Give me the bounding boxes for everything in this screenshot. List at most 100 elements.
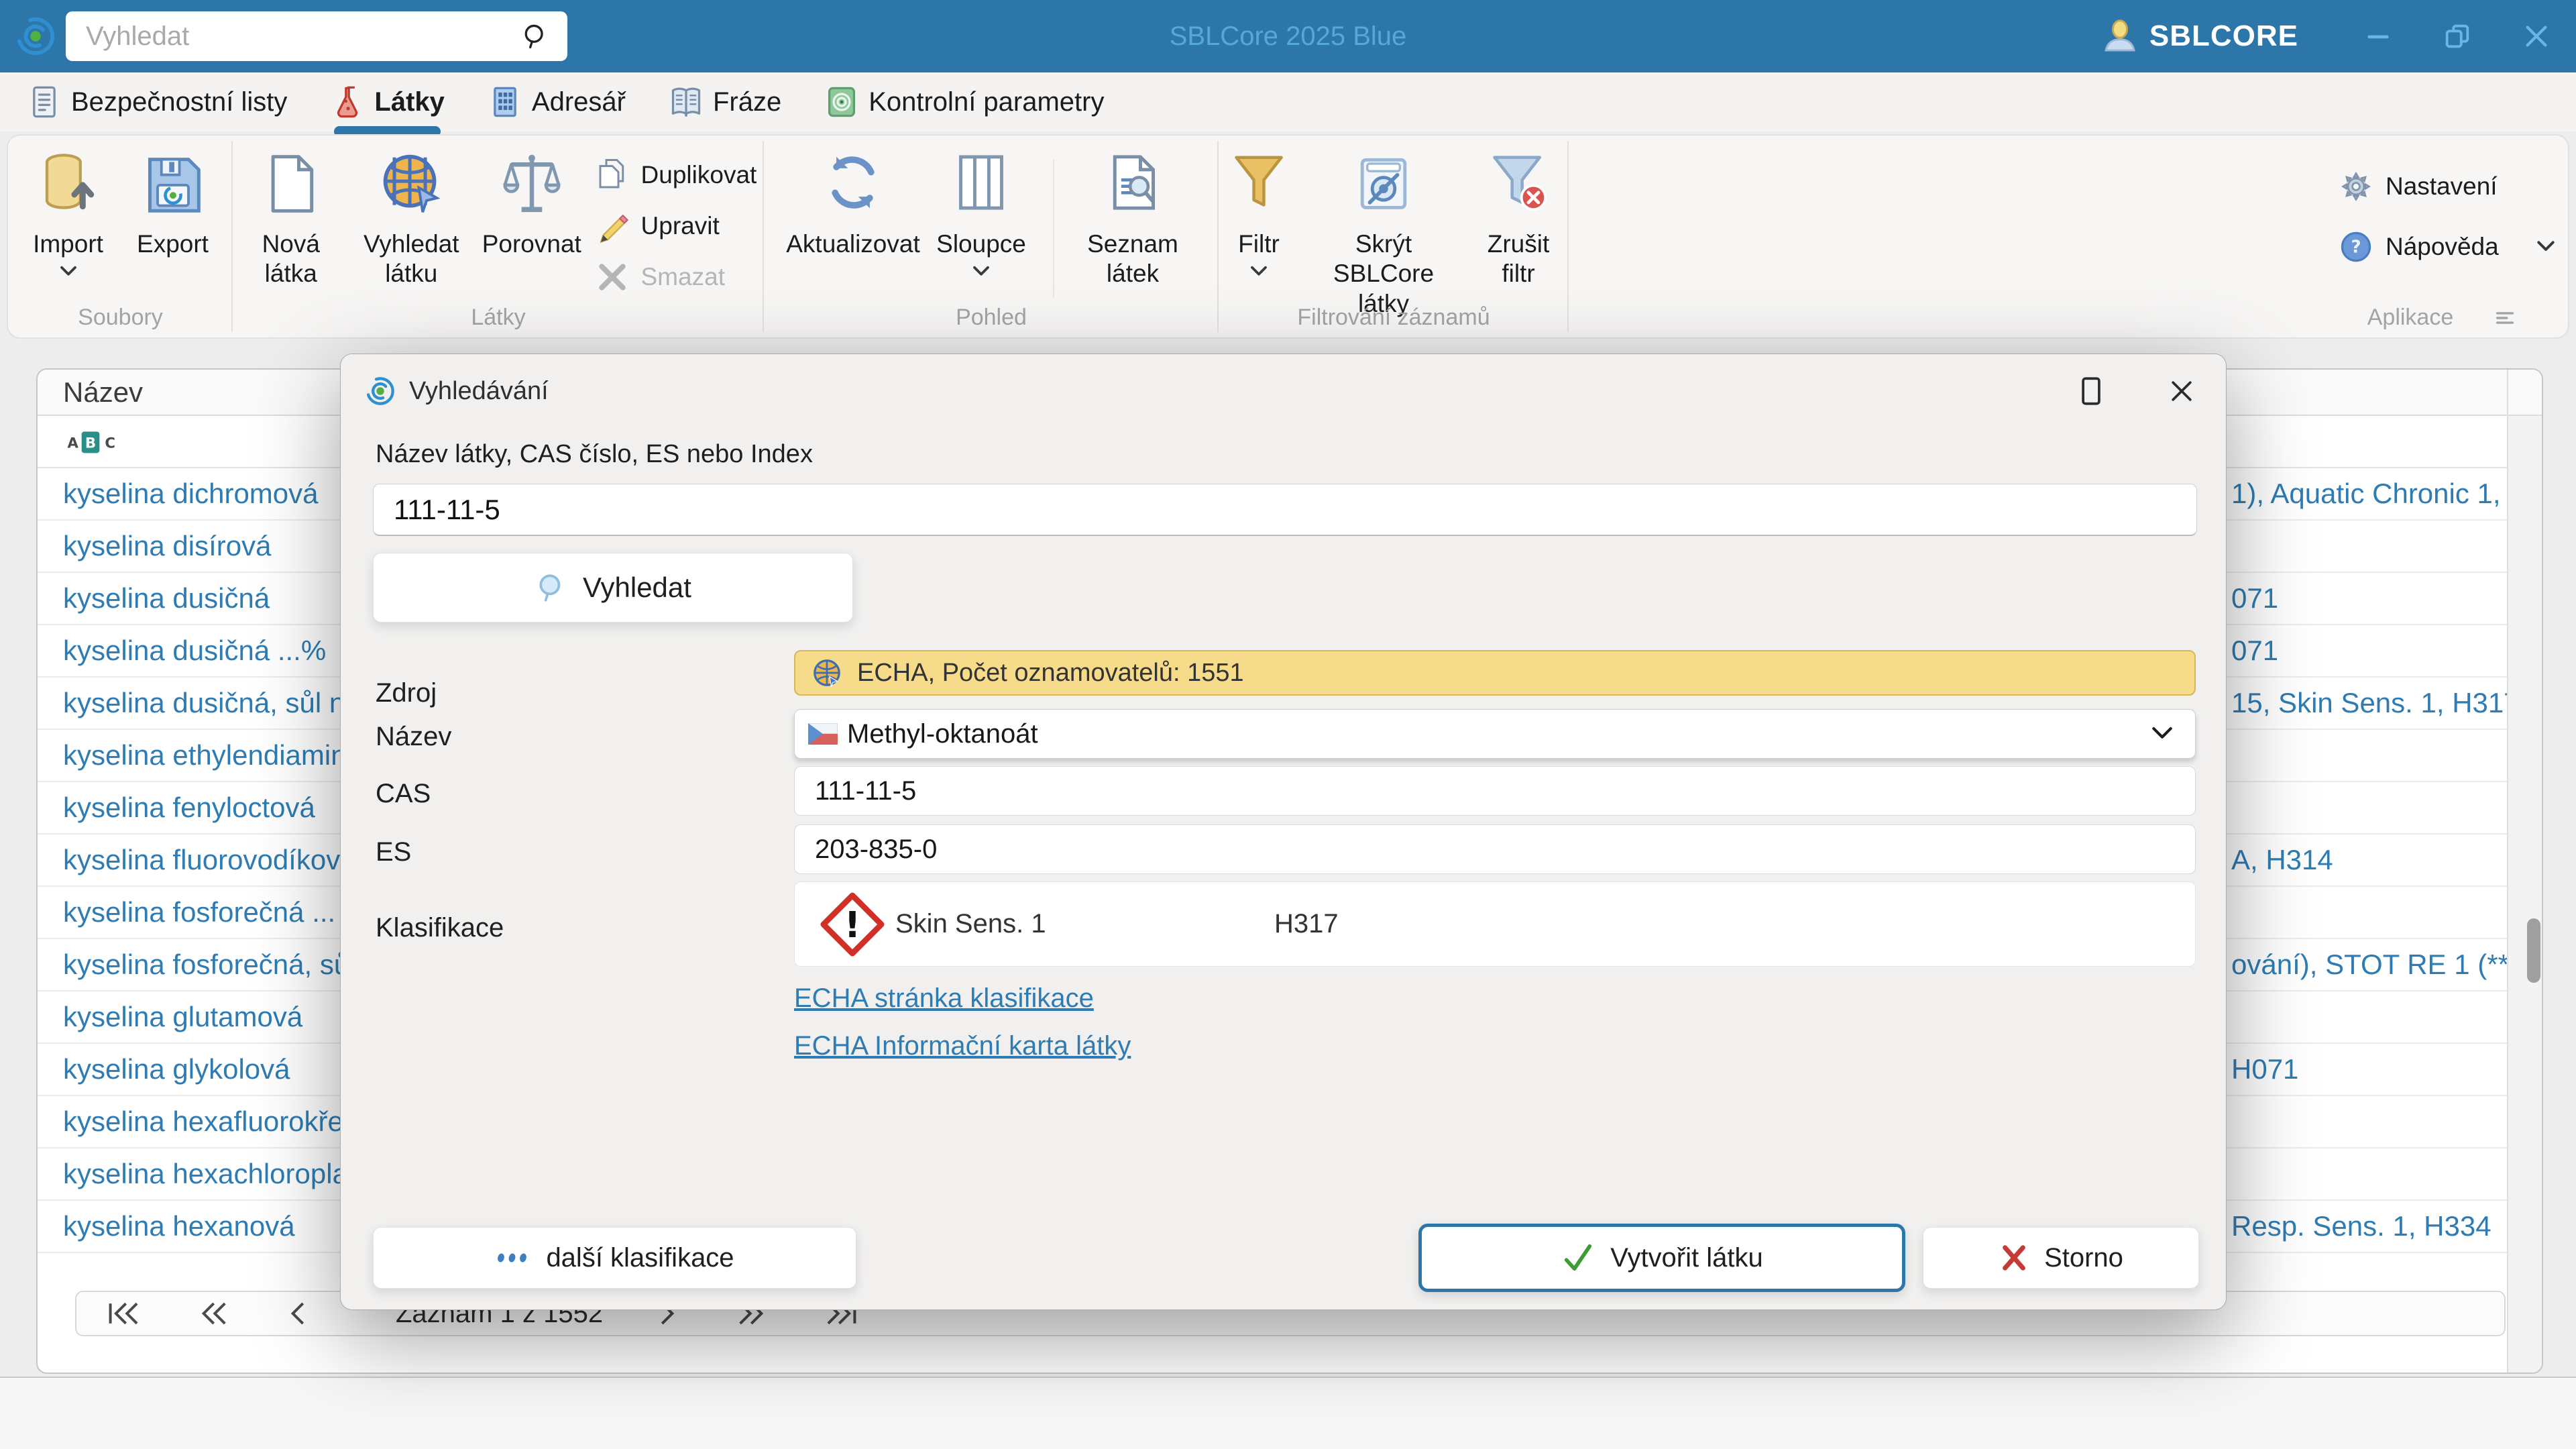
row-name[interactable]: kyselina fenyloctová [63,792,315,824]
row-name[interactable]: kyselina dusičná, sůl niklu [63,687,387,719]
cancel-label: Storno [2044,1242,2123,1273]
tab-latky[interactable]: Látky [330,72,445,137]
account-button[interactable]: SBLCORE [2101,17,2298,55]
tab-fraze[interactable]: Fráze [669,72,781,131]
scales-icon [503,154,561,213]
dialog-maximize-button[interactable] [2080,375,2103,407]
tab-label: Látky [374,87,445,117]
svg-text:C: C [105,435,115,451]
es-field[interactable]: 203-835-0 [794,824,2196,874]
query-label: Název látky, CAS číslo, ES nebo Index [376,440,813,468]
dialog-search-button[interactable]: Vyhledat [373,553,853,623]
cancel-button[interactable]: Storno [1923,1227,2199,1289]
row-name[interactable]: kyselina glutamová [63,1001,302,1033]
row-classification-fragment: 071 [2231,635,2279,666]
chevron-down-icon [60,266,76,276]
row-classification-fragment: H071 [2231,1053,2299,1085]
echa-classification-link[interactable]: ECHA stránka klasifikace [794,983,1094,1014]
close-window-button[interactable] [2497,0,2576,72]
row-classification-fragment: ování), STOT RE 1 (**), H... [2231,949,2543,980]
echa-infocard-link[interactable]: ECHA Informační karta látky [794,1031,1131,1061]
row-name[interactable]: kyselina disírová [63,530,271,562]
close-icon [2526,25,2547,47]
flask-icon [337,86,358,118]
more-classifications-button[interactable]: další klasifikace [373,1227,856,1289]
red-x-icon [2003,1245,2025,1271]
napoveda-button[interactable]: ? Nápověda [2339,225,2568,268]
restore-button[interactable] [2418,0,2497,72]
table-right-rail [2507,370,2542,1373]
zdroj-value-pill[interactable]: ECHA, Počet oznamovatelů: 1551 [794,650,2196,696]
nastaveni-button[interactable]: Nastavení [2339,165,2568,208]
dialog-header[interactable]: Vyhledávání [341,354,2226,428]
tab-label: Fráze [712,87,782,117]
ribbon: Import Export Soubory Nová látka Vyhleda… [7,134,2569,339]
smazat-button[interactable]: Smazat [594,256,764,298]
query-input[interactable]: 111-11-5 [373,484,2197,536]
minimize-button[interactable] [2339,0,2418,72]
chevron-down-icon[interactable] [2535,239,2557,254]
row-name[interactable]: kyselina fosforečná ... % [63,896,368,928]
upravit-button[interactable]: Upravit [594,205,764,247]
tab-adresar[interactable]: Adresář [488,72,626,131]
group-label-soubory: Soubory [78,305,163,330]
document-list-icon [33,86,56,118]
dialog-close-button[interactable] [2167,376,2196,406]
hide-eye-icon [1360,158,1407,209]
ribbon-spacer [1569,136,2316,337]
zdroj-label: Zdroj [376,678,437,708]
row-name[interactable]: kyselina glykolová [63,1053,290,1085]
status-strip [0,1377,2576,1449]
duplikovat-button[interactable]: Duplikovat [594,154,764,196]
vyhledat-latku-label: Vyhledat látku [363,230,459,288]
zdroj-value: ECHA, Počet oznamovatelů: 1551 [857,658,1244,687]
group-label-filtrovani: Filtrování záznamů [1297,305,1490,330]
gear-icon [2341,171,2371,202]
filtr-label: Filtr [1238,230,1280,258]
dialog-title: Vyhledávání [409,376,549,405]
aktualizovat-label: Aktualizovat [786,230,920,258]
porovnat-label: Porovnat [482,230,581,258]
refresh-icon [832,156,875,209]
tab-label: Kontrolní parametry [869,87,1105,117]
document-search-icon [1113,155,1156,210]
row-classification-fragment: 071 [2231,582,2279,614]
funnel-icon [1235,156,1283,207]
first-page-button[interactable] [106,1300,144,1327]
restore-icon [2445,24,2469,48]
row-name[interactable]: kyselina dichromová [63,478,319,510]
prev-page-button[interactable] [288,1300,309,1327]
inner-separator [1053,160,1054,297]
prev-block-button[interactable] [200,1300,232,1327]
group-options-icon[interactable] [2494,310,2516,326]
titlebar: Vyhledat SBLCore 2025 Blue SBLCORE [0,0,2576,72]
row-classification-fragment: 1), Aquatic Chronic 1, H... [2231,478,2543,509]
tab-bezpecnostni-listy[interactable]: Bezpečnostní listy [27,72,287,131]
columns-icon [959,155,1003,210]
database-import-icon [45,154,94,210]
column-header-nazev[interactable]: Název [63,376,143,409]
row-name[interactable]: kyselina dusičná [63,582,270,614]
global-search-input[interactable]: Vyhledat [66,11,567,61]
ghs07-exclamation-icon: ! [820,892,885,957]
search-icon[interactable] [520,21,550,51]
tab-kontrolni-parametry[interactable]: Kontrolní parametry [824,72,1104,131]
nazev-combobox[interactable]: Methyl-oktanoát [794,709,2196,759]
chevron-down-icon[interactable] [2149,725,2175,743]
czech-flag-icon [808,723,838,745]
row-classification-fragment: 15, Skin Sens. 1, H317, Ey... [2231,687,2542,718]
row-name[interactable]: kyselina dusičná ...% [63,635,326,667]
module-tabbar: Bezpečnostní listy Látky Adresář Fráze K… [0,72,2576,137]
vertical-scrollbar[interactable] [2527,918,2540,983]
cas-field[interactable]: 111-11-5 [794,766,2196,816]
account-label: SBLCORE [2149,19,2298,52]
user-icon [2105,19,2135,52]
group-label-latky: Látky [471,305,526,330]
import-label: Import [33,230,103,258]
row-name[interactable]: kyselina hexanová [63,1210,295,1242]
abc-filter-icon: ABC [67,431,115,453]
delete-x-icon [598,264,626,290]
query-value: 111-11-5 [394,493,500,525]
app-logo-icon [16,17,55,56]
create-substance-button[interactable]: Vytvořit látku [1418,1224,1905,1292]
